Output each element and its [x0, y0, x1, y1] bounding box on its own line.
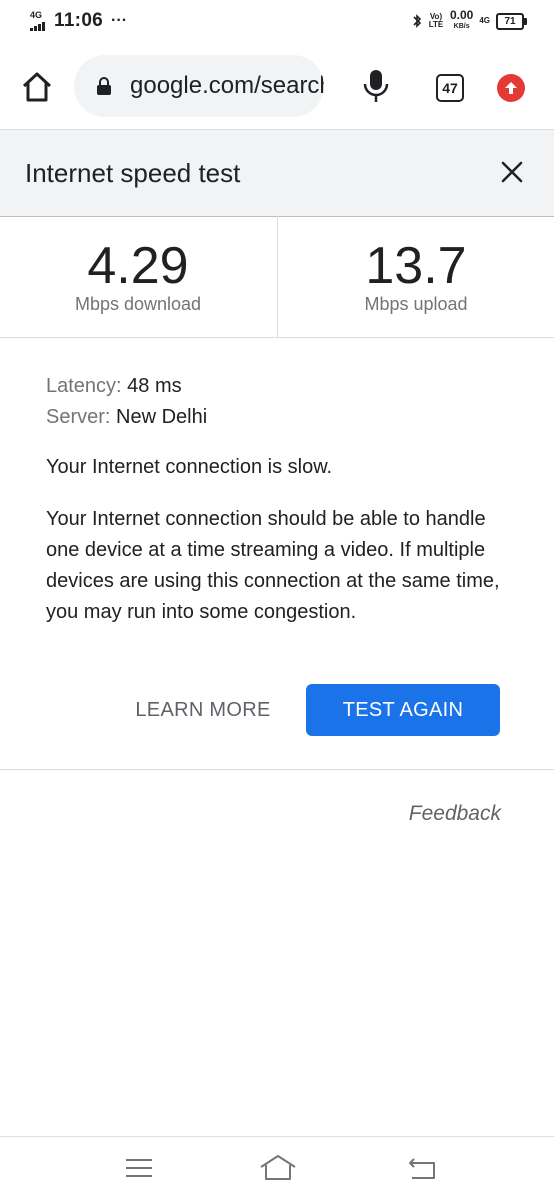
nav-home-icon[interactable] — [258, 1153, 298, 1183]
back-icon[interactable] — [408, 1155, 438, 1181]
latency-line: Latency: 48 ms — [46, 371, 516, 402]
tab-count: 47 — [442, 80, 458, 96]
more-notifications: ··· — [111, 12, 128, 29]
server-line: Server: New Delhi — [46, 402, 516, 433]
card-title: Internet speed test — [25, 158, 241, 188]
upload-result: 13.7 Mbps upload — [277, 216, 554, 337]
data-network: 4G — [479, 16, 490, 25]
server-value: New Delhi — [116, 406, 208, 428]
test-details: Latency: 48 ms Server: New Delhi — [46, 371, 516, 433]
battery-icon: 71 — [496, 12, 527, 30]
update-icon[interactable] — [497, 74, 525, 102]
status-bar: 4G 11:06 ··· Vo) LTE 0.00 KB/s 4G 71 — [0, 0, 554, 44]
battery-level: 71 — [504, 15, 516, 27]
network-type: 4G — [30, 10, 43, 20]
clock: 11:06 — [54, 10, 104, 31]
server-label: Server: — [46, 406, 111, 428]
download-result: 4.29 Mbps download — [0, 216, 276, 337]
url-text: google.com/search — [130, 72, 324, 99]
close-icon[interactable] — [498, 158, 526, 186]
lock-icon — [97, 77, 111, 95]
download-unit: Mbps download — [74, 294, 202, 314]
learn-more-button[interactable]: LEARN MORE — [118, 684, 288, 736]
network-speed: 0.00 KB/s — [449, 8, 474, 32]
upload-unit: Mbps upload — [364, 294, 468, 314]
status-right: Vo) LTE 0.00 KB/s 4G 71 — [412, 8, 527, 32]
latency-label: Latency: — [46, 375, 122, 397]
speedtest-header: Internet speed test — [0, 129, 554, 217]
tabs-button[interactable]: 47 — [436, 74, 464, 102]
system-nav-bar — [0, 1136, 554, 1201]
home-icon[interactable] — [20, 70, 54, 104]
speed-unit: KB/s — [453, 23, 470, 30]
download-value: 4.29 — [87, 237, 189, 295]
menu-icon[interactable] — [124, 1157, 154, 1179]
signal-icon: 4G — [30, 11, 48, 31]
divider — [0, 769, 554, 770]
connection-description: Your Internet connection should be able … — [46, 508, 500, 623]
speed-results: 4.29 Mbps download 13.7 Mbps upload — [0, 216, 554, 338]
address-bar[interactable]: google.com/search — [74, 55, 324, 117]
test-again-button[interactable]: TEST AGAIN — [306, 684, 500, 736]
speed-value: 0.00 — [449, 8, 474, 22]
feedback-link[interactable]: Feedback — [409, 802, 501, 826]
upload-value: 13.7 — [365, 237, 467, 295]
volte-indicator: Vo) LTE — [428, 12, 444, 29]
connection-verdict: Your Internet connection is slow. — [46, 456, 333, 478]
status-left: 4G 11:06 ··· — [30, 10, 127, 32]
latency-value: 48 ms — [127, 375, 182, 397]
mic-icon[interactable] — [362, 68, 390, 104]
bluetooth-icon — [413, 14, 422, 28]
browser-toolbar: google.com/search 47 — [0, 54, 554, 122]
